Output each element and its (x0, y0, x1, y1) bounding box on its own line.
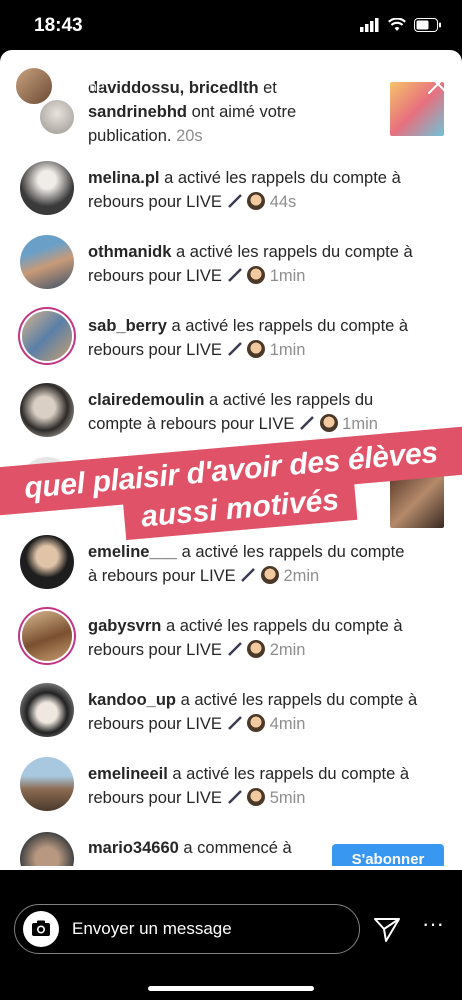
send-icon[interactable] (372, 914, 402, 944)
avatar[interactable] (20, 832, 74, 866)
post-thumbnail[interactable] (390, 474, 444, 528)
woman-teacher-emoji-icon (247, 266, 266, 284)
woman-teacher-emoji-icon (260, 566, 279, 584)
camera-icon (32, 920, 50, 936)
pen-emoji-icon (227, 342, 242, 356)
woman-teacher-emoji-icon (247, 340, 266, 358)
avatar[interactable] (20, 383, 74, 437)
follow-button[interactable]: S'abonner (332, 844, 444, 866)
signal-icon (360, 18, 379, 32)
pen-emoji-icon (227, 194, 242, 208)
woman-teacher-emoji-icon (247, 788, 266, 806)
notification-text: sab_berry a activé les rappels du compte… (88, 317, 409, 359)
story-header: agathe (14, 64, 454, 106)
notification-item[interactable]: kandoo_up a activé les rappels du compte… (20, 682, 444, 742)
notification-item[interactable]: melina.pl a activé les rappels du compte… (20, 160, 444, 220)
message-input[interactable]: Envoyer un message (14, 904, 360, 954)
pen-emoji-icon (227, 642, 242, 656)
avatar[interactable] (20, 757, 74, 811)
avatar[interactable] (20, 535, 74, 589)
story-avatar[interactable] (14, 66, 54, 106)
woman-teacher-emoji-icon (247, 192, 266, 210)
avatar[interactable] (20, 683, 74, 737)
notification-text: gabysvrn a activé les rappels du compte … (88, 617, 403, 659)
home-indicator (148, 986, 314, 991)
pen-emoji-icon (300, 416, 314, 430)
avatar[interactable] (20, 161, 74, 215)
notification-text: kandoo_up a activé les rappels du compte… (88, 691, 418, 733)
message-placeholder: Envoyer un message (72, 919, 232, 938)
avatar[interactable] (22, 311, 72, 361)
close-icon[interactable] (426, 72, 450, 96)
pen-emoji-icon (227, 790, 242, 804)
notification-text: emeline___ a activé les rappels du compt… (88, 543, 405, 585)
notification-text: othmanidk a activé les rappels du compte… (88, 243, 413, 285)
notification-text: emelineeil a activé les rappels du compt… (88, 765, 410, 807)
avatar[interactable] (20, 235, 74, 289)
message-bar: Envoyer un message ··· (0, 870, 462, 1000)
notification-item[interactable]: emeline___ a activé les rappels du compt… (20, 534, 444, 594)
story-username[interactable]: agathe (62, 78, 105, 94)
wifi-icon (388, 18, 406, 31)
camera-button[interactable] (23, 911, 59, 947)
pen-emoji-icon (241, 568, 256, 582)
pen-emoji-icon (227, 268, 242, 282)
battery-icon (414, 18, 441, 32)
status-bar: 18:43 (0, 0, 462, 56)
notification-item[interactable]: othmanidk a activé les rappels du compte… (20, 234, 444, 294)
notification-item[interactable]: emelineeil a activé les rappels du compt… (20, 756, 444, 816)
woman-teacher-emoji-icon (319, 414, 338, 432)
notification-item[interactable]: sab_berry a activé les rappels du compte… (20, 308, 444, 368)
status-time: 18:43 (34, 15, 83, 36)
notification-text: clairedemoulin a activé les rappels du c… (88, 391, 378, 433)
woman-teacher-emoji-icon (247, 640, 266, 658)
avatar[interactable] (22, 611, 72, 661)
woman-teacher-emoji-icon (247, 714, 266, 732)
notification-item[interactable]: mario34660 a commencé à S'abonner (20, 830, 444, 866)
status-icons (360, 18, 442, 32)
more-options-icon[interactable]: ··· (418, 913, 448, 944)
pen-emoji-icon (227, 716, 242, 730)
notification-item[interactable]: gabysvrn a activé les rappels du compte … (20, 608, 444, 668)
notification-text: melina.pl a activé les rappels du compte… (88, 169, 401, 211)
